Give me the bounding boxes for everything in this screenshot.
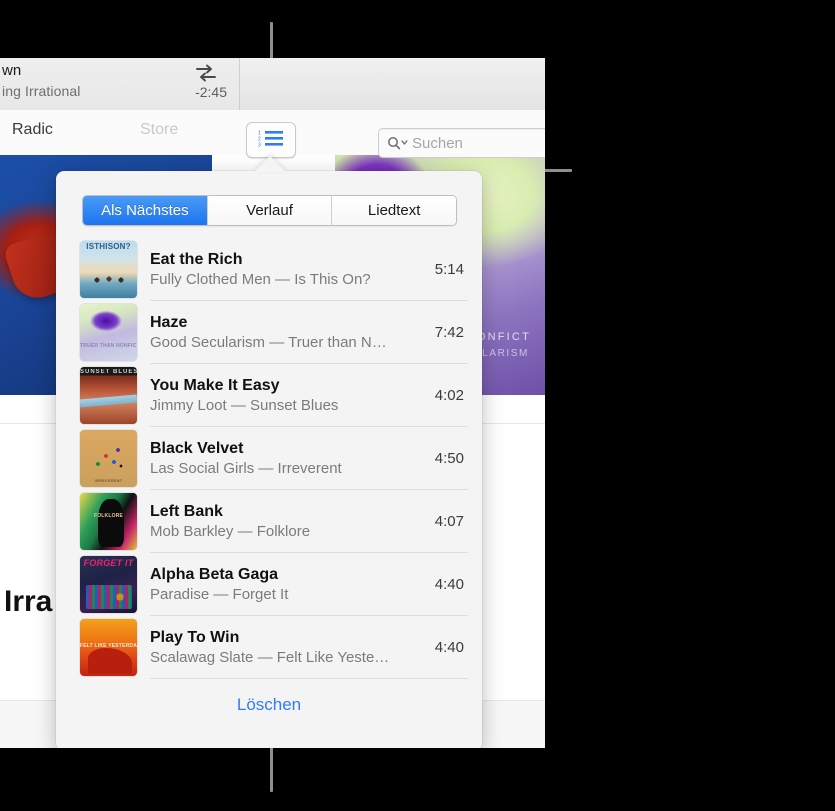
toolbar: wn ing Irrational -2:45 xyxy=(0,58,545,111)
track-meta: Haze Good Secularism — Truer than N… xyxy=(150,313,435,353)
track-title: Left Bank xyxy=(150,502,223,520)
album-art-label: FORGET IT xyxy=(83,558,134,568)
up-next-popover: Als Nächstes Verlauf Liedtext ISTHISON? … xyxy=(56,171,482,748)
album-art-label: FELT LIKE YESTERDAY xyxy=(80,643,137,649)
track-subtitle: Las Social Girls — Irreverent xyxy=(150,459,342,477)
album-caption-left: Irra xyxy=(4,585,53,618)
tab-liedtext[interactable]: Liedtext xyxy=(332,196,456,225)
track-subtitle: Good Secularism — Truer than N… xyxy=(150,333,387,351)
track-meta: Alpha Beta Gaga Paradise — Forget It xyxy=(150,565,435,605)
now-playing-title: wn xyxy=(2,62,22,79)
track-duration: 4:50 xyxy=(434,450,464,467)
album-art-thumbnail: FOLKLORE xyxy=(80,493,137,550)
album-art-thumbnail: FORGET IT xyxy=(80,556,137,613)
svg-text:3: 3 xyxy=(258,142,261,147)
track-meta: Play To Win Scalawag Slate — Felt Like Y… xyxy=(150,628,435,668)
track-duration: 4:40 xyxy=(434,576,464,593)
up-next-track-list: ISTHISON? Eat the Rich Fully Clothed Men… xyxy=(56,238,482,679)
nav-item-store[interactable]: Store xyxy=(140,121,178,139)
album-art-thumbnail: TRUER THAN NONFICTION xyxy=(80,304,137,361)
repeat-icon[interactable] xyxy=(193,63,219,83)
search-icon[interactable] xyxy=(387,136,409,150)
track-subtitle: Fully Clothed Men — Is This On? xyxy=(150,270,371,288)
track-title: Haze xyxy=(150,313,188,331)
track-meta: Eat the Rich Fully Clothed Men — Is This… xyxy=(150,250,435,290)
track-meta: You Make It Easy Jimmy Loot — Sunset Blu… xyxy=(150,376,435,416)
track-duration: 4:07 xyxy=(434,513,464,530)
up-next-button[interactable]: 1 2 3 xyxy=(246,122,296,158)
nav-item-radio[interactable]: Radic xyxy=(12,121,53,139)
album-art-thumbnail: FELT LIKE YESTERDAY xyxy=(80,619,137,676)
track-subtitle: Mob Barkley — Folklore xyxy=(150,522,311,540)
album-art-label: ISTHISON? xyxy=(86,242,131,251)
table-row[interactable]: SUNSET BLUES You Make It Easy Jimmy Loot… xyxy=(56,364,482,427)
tab-als-naechstes[interactable]: Als Nächstes xyxy=(83,196,208,225)
search-placeholder: Suchen xyxy=(412,134,463,152)
table-row[interactable]: TRUER THAN NONFICTION Haze Good Seculari… xyxy=(56,301,482,364)
table-row[interactable]: FOLKLORE Left Bank Mob Barkley — Folklor… xyxy=(56,490,482,553)
table-row[interactable]: FORGET IT Alpha Beta Gaga Paradise — For… xyxy=(56,553,482,616)
track-title: Play To Win xyxy=(150,628,240,646)
track-duration: 4:40 xyxy=(434,639,464,656)
now-playing-lcd[interactable]: wn ing Irrational -2:45 xyxy=(0,58,240,110)
popover-arrow xyxy=(254,156,286,172)
now-playing-subtitle: ing Irrational xyxy=(2,83,81,99)
search-input[interactable]: Suchen xyxy=(378,128,545,158)
track-title: Alpha Beta Gaga xyxy=(150,565,279,583)
table-row[interactable]: ISTHISON? Eat the Rich Fully Clothed Men… xyxy=(56,238,482,301)
track-duration: 5:14 xyxy=(434,261,464,278)
clear-queue-button[interactable]: Löschen xyxy=(56,695,482,715)
track-title: Eat the Rich xyxy=(150,250,243,268)
album-art-label: IRREVERENT xyxy=(94,478,123,483)
track-subtitle: Paradise — Forget It xyxy=(150,585,289,603)
album-art-thumbnail: ISTHISON? xyxy=(80,241,137,298)
album-art-label: FOLKLORE xyxy=(93,513,124,519)
remaining-time: -2:45 xyxy=(195,84,227,100)
track-duration: 7:42 xyxy=(434,324,464,341)
track-subtitle: Jimmy Loot — Sunset Blues xyxy=(150,396,339,414)
track-meta: Left Bank Mob Barkley — Folklore xyxy=(150,502,435,542)
album-art-thumbnail: IRREVERENT xyxy=(80,430,137,487)
up-next-list-icon: 1 2 3 xyxy=(258,129,284,152)
track-duration: 4:02 xyxy=(434,387,464,404)
popover-tab-bar: Als Nächstes Verlauf Liedtext xyxy=(82,195,457,226)
itunes-window: wn ing Irrational -2:45 Radic Store NONF… xyxy=(0,58,545,748)
track-subtitle: Scalawag Slate — Felt Like Yeste… xyxy=(150,648,390,666)
album-art-thumbnail: SUNSET BLUES xyxy=(80,367,137,424)
table-row[interactable]: FELT LIKE YESTERDAY Play To Win Scalawag… xyxy=(56,616,482,679)
track-title: You Make It Easy xyxy=(150,376,280,394)
tab-verlauf[interactable]: Verlauf xyxy=(207,196,333,225)
album-art-label: SUNSET BLUES xyxy=(80,369,137,375)
track-title: Black Velvet xyxy=(150,439,244,457)
track-meta: Black Velvet Las Social Girls — Irrevere… xyxy=(150,439,435,479)
album-art-label: TRUER THAN NONFICTION xyxy=(80,343,137,349)
table-row[interactable]: IRREVERENT Black Velvet Las Social Girls… xyxy=(56,427,482,490)
